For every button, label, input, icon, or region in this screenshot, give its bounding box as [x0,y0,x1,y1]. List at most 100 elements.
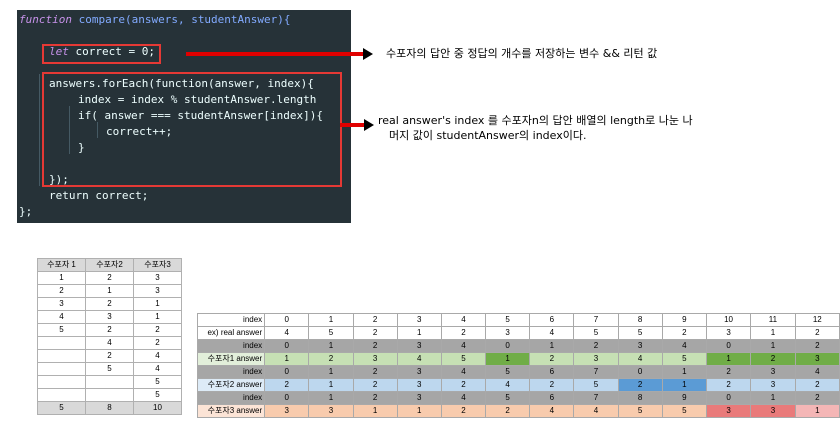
table-cell: 2 [352,378,398,392]
table-row: 5 [37,388,182,402]
table-cell [85,388,134,402]
table-header-cell: 9 [661,313,707,327]
table-header-cell: 4 [440,313,487,327]
table-total-cell: 10 [133,401,182,415]
row-label: ex) real answer [196,326,266,340]
table-cell: 2 [85,271,134,285]
table-total-cell: 5 [37,401,86,415]
table-total-row: 5 8 10 [37,401,182,415]
table-header-row: 수포자 1 수포자2 수포자3 [37,258,182,272]
table-cell: 3 [617,339,663,353]
table-cell: 5 [85,362,134,376]
index-mapping-table: index 0 1 2 3 4 5 6 7 8 9 10 11 12 ex) real answer 4 5 2 1… [196,313,840,418]
table-header-cell: 5 [485,313,531,327]
row-label: 수포자3 answer [196,404,266,418]
arrow-1-head [363,48,373,60]
table-cell: 1 [485,352,531,366]
table-row: 54 [37,362,182,376]
table-cell: 2 [750,352,796,366]
table-cell: 3 [396,378,442,392]
table-header-cell: 2 [352,313,398,327]
table-cell: 3 [794,352,840,366]
table-cell: 8 [617,391,663,405]
row-label: index [196,339,266,353]
table-cell: 4 [661,339,707,353]
table-cell: 4 [440,339,487,353]
table-cell: 0 [264,339,310,353]
table-cell: 1 [529,339,575,353]
table-cell: 4 [573,404,619,418]
table-header-cell: 6 [529,313,575,327]
table-cell: 2 [352,391,398,405]
table-cell: 5 [485,391,531,405]
table-cell: 3 [573,352,619,366]
table-cell: 4 [529,326,575,340]
table-cell: 1 [396,326,442,340]
row-label: 수포자1 answer [196,352,266,366]
code-line-10: }; [19,204,32,220]
code-token: compare(answers, studentAnswer){ [71,13,291,26]
table-cell: 2 [794,391,840,405]
row-label: 수포자2 answer [196,378,266,392]
table-row: index 0 1 2 3 4 5 6 7 8 9 0 1 2 [196,391,840,405]
table-cell: 1 [308,339,354,353]
table-cell: 4 [264,326,310,340]
table-cell: 2 [85,297,134,311]
table-cell: 3 [396,339,442,353]
row-label: index [196,313,266,327]
table-cell: 4 [794,365,840,379]
table-cell: 1 [308,378,354,392]
table-cell: 2 [440,326,487,340]
table-header-cell: 1 [308,313,354,327]
table-cell: 1 [750,391,796,405]
table-cell: 2 [133,323,182,337]
table-cell [37,375,86,389]
table-cell: 5 [661,404,707,418]
table-cell: 3 [396,365,442,379]
table-cell: 3 [264,404,310,418]
table-cell: 2 [529,378,575,392]
table-cell: 1 [133,310,182,324]
table-cell: 2 [705,365,752,379]
table-cell [37,336,86,350]
arrow-2-line [340,123,365,127]
table-cell: 4 [133,362,182,376]
table-cell: 7 [573,365,619,379]
table-cell: 5 [617,404,663,418]
table-cell: 3 [133,284,182,298]
table-header-cell: 8 [617,313,663,327]
table-cell: 1 [705,352,752,366]
table-cell: 2 [617,378,663,392]
code-editor-panel: function compare(answers, studentAnswer)… [17,10,351,223]
table-cell: 5 [573,378,619,392]
table-cell: 5 [37,323,86,337]
table-cell: 3 [485,326,531,340]
table-row: index 0 1 2 3 4 5 6 7 0 1 2 3 4 [196,365,840,379]
table-cell: 3 [85,310,134,324]
table-cell: 5 [440,352,487,366]
table-cell: 2 [264,378,310,392]
table-row: 수포자2 answer 2 1 2 3 2 4 2 5 2 1 2 3 2 [196,378,840,392]
table-cell: 3 [705,404,752,418]
table-row: 5 [37,375,182,389]
table-cell: 4 [529,404,575,418]
table-cell: 3 [705,326,752,340]
table-header-cell: 3 [396,313,442,327]
table-header-cell: 수포자2 [85,258,134,272]
table-cell: 2 [529,352,575,366]
arrow-1-line [186,52,364,56]
table-cell: 4 [440,365,487,379]
table-cell: 1 [794,404,840,418]
table-cell: 3 [750,365,796,379]
table-header-cell: 11 [750,313,796,327]
table-header-cell: 수포자3 [133,258,182,272]
table-cell: 2 [352,326,398,340]
table-cell: 3 [396,391,442,405]
table-cell: 3 [133,271,182,285]
table-cell: 4 [485,378,531,392]
annotation-line: real answer's index 를 수포자n의 답안 배열의 lengt… [378,114,693,127]
table-cell: 1 [352,404,398,418]
table-row: ex) real answer 4 5 2 1 2 3 4 5 5 2 3 1 2 [196,326,840,340]
table-cell: 3 [750,404,796,418]
highlight-box-foreach [42,72,342,187]
